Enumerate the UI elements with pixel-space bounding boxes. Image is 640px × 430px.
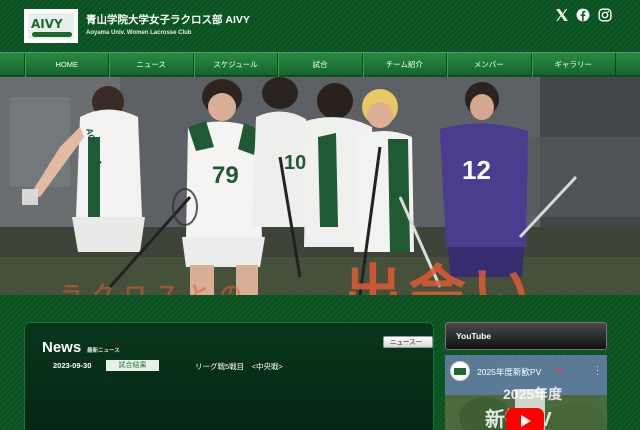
nav-items: HOME ニュース スケジュール 試合 チーム紹介 メンバー ギャラリー	[24, 53, 616, 77]
news-title: News	[42, 339, 82, 356]
play-button[interactable]	[506, 408, 544, 430]
video-title[interactable]: 2025年度新歓PV	[477, 366, 541, 378]
news-category-badge[interactable]: 試合結果	[106, 360, 159, 371]
hero-photo: 79 10 12 AOYAMA	[0, 77, 640, 295]
site-header: AIVY 青山学院大学女子ラクロス部 AIVY Aoyama Univ. Wom…	[0, 0, 640, 52]
instagram-icon[interactable]	[598, 8, 612, 22]
channel-avatar[interactable]	[450, 361, 470, 381]
video-overlay-year: 2025年度	[503, 386, 563, 402]
youtube-header: YouTube	[445, 322, 607, 350]
jersey-number-12: 12	[462, 155, 491, 185]
cherry-blossom-icon: ✿	[556, 367, 562, 374]
site-title[interactable]: 青山学院大学女子ラクロス部 AIVY	[86, 12, 250, 27]
hero-overlay-text: 出会い	[344, 258, 537, 295]
jersey-number-79: 79	[212, 162, 239, 189]
nav-item-schedule[interactable]: スケジュール	[192, 53, 277, 77]
main-nav: HOME ニュース スケジュール 試合 チーム紹介 メンバー ギャラリー	[0, 52, 640, 77]
news-date: 2023-09-30	[53, 361, 92, 370]
page: AIVY 青山学院大学女子ラクロス部 AIVY Aoyama Univ. Wom…	[0, 0, 640, 430]
news-item[interactable]: 2023-09-30 試合結果 リーグ戦5戦目 <中央戦>	[25, 359, 435, 373]
facebook-icon[interactable]	[576, 8, 590, 22]
aivy-logo-icon	[454, 368, 466, 375]
site-logo[interactable]: AIVY	[24, 9, 78, 43]
news-list-button[interactable]: ニュース一覧	[383, 336, 433, 357]
logo-text: AIVY	[31, 17, 63, 31]
logo-background: AIVY	[28, 13, 74, 39]
jersey-number-10: 10	[284, 152, 306, 174]
news-panel: News 最新ニュース ニュース一覧 2023-09-30 試合結果 リーグ戦5…	[24, 322, 434, 430]
nav-item-news[interactable]: ニュース	[108, 53, 192, 77]
lacrosse-stick-icon	[32, 32, 72, 37]
nav-item-games[interactable]: 試合	[277, 53, 361, 77]
nav-item-team[interactable]: チーム紹介	[361, 53, 446, 77]
nav-item-home[interactable]: HOME	[24, 53, 108, 77]
hero-overlay-text-small: ラクロスとの	[60, 282, 252, 295]
youtube-video-embed[interactable]: 2025年度新歓PV ✿ ··· 2025年度 新歓PV	[445, 355, 607, 430]
nav-item-gallery[interactable]: ギャラリー	[530, 53, 616, 77]
news-link[interactable]: リーグ戦5戦目 <中央戦>	[195, 361, 283, 372]
news-subtitle: 最新ニュース	[87, 348, 120, 354]
hero-image: 79 10 12 AOYAMA ラクロスとの 出会い	[0, 77, 640, 295]
x-twitter-icon[interactable]	[555, 8, 569, 22]
nav-item-members[interactable]: メンバー	[446, 53, 530, 77]
youtube-panel: YouTube 2025年度新歓PV ✿ ··· 2025年度 新歓PV	[445, 322, 607, 430]
more-options-icon[interactable]: · · ·	[596, 362, 599, 379]
play-icon	[521, 415, 531, 427]
site-subtitle: Aoyama Univ. Women Lacrosse Club	[86, 30, 192, 36]
